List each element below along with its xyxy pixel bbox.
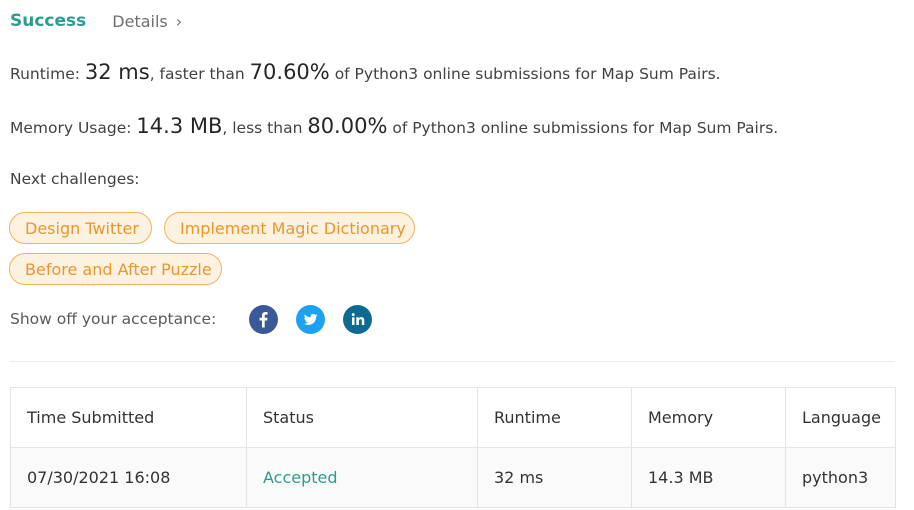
challenge-chip-implement-magic-dictionary[interactable]: Implement Magic Dictionary	[164, 212, 415, 244]
memory-suffix: of Python3 online submissions for Map Su…	[392, 119, 779, 137]
challenge-chip-before-and-after-puzzle[interactable]: Before and After Puzzle	[9, 253, 222, 285]
tab-success[interactable]: Success	[10, 11, 86, 31]
cell-memory: 14.3 MB	[631, 447, 786, 508]
next-challenges-label: Next challenges:	[10, 170, 140, 188]
submissions-table: Time Submitted Status Runtime Memory Lan…	[10, 387, 896, 508]
twitter-glyph	[304, 313, 318, 325]
linkedin-glyph	[352, 312, 365, 325]
runtime-percent: 70.60%	[249, 60, 330, 84]
cell-language: python3	[785, 447, 896, 508]
challenge-chip-design-twitter[interactable]: Design Twitter	[9, 212, 152, 244]
column-header-memory: Memory	[631, 387, 786, 448]
tab-details-label: Details	[112, 11, 168, 31]
result-tabs: Success Details ›	[10, 8, 182, 34]
tab-details[interactable]: Details ›	[112, 12, 182, 31]
facebook-glyph	[259, 311, 268, 327]
runtime-label: Runtime:	[10, 65, 80, 83]
twitter-icon[interactable]	[296, 304, 326, 334]
runtime-value: 32 ms	[84, 60, 150, 84]
column-header-time-submitted: Time Submitted	[10, 387, 247, 448]
memory-stat: Memory Usage: 14.3 MB, less than 80.00% …	[10, 114, 778, 138]
table-row: 07/30/2021 16:08 Accepted 32 ms 14.3 MB …	[10, 447, 896, 508]
memory-value: 14.3 MB	[136, 114, 223, 138]
column-header-language: Language	[785, 387, 896, 448]
memory-percent: 80.00%	[307, 114, 388, 138]
status-accepted-link[interactable]: Accepted	[263, 468, 338, 487]
share-label: Show off your acceptance:	[10, 310, 217, 328]
column-header-runtime: Runtime	[477, 387, 632, 448]
table-header-row: Time Submitted Status Runtime Memory Lan…	[10, 387, 896, 448]
section-divider	[10, 361, 895, 362]
cell-status: Accepted	[246, 447, 478, 508]
facebook-icon[interactable]	[249, 304, 279, 334]
share-row: Show off your acceptance:	[10, 304, 373, 334]
memory-label: Memory Usage:	[10, 119, 132, 137]
chevron-right-icon: ›	[175, 11, 183, 31]
runtime-suffix: of Python3 online submissions for Map Su…	[334, 65, 721, 83]
cell-runtime: 32 ms	[477, 447, 632, 508]
runtime-comparison: , faster than	[149, 65, 245, 83]
column-header-status: Status	[246, 387, 478, 448]
memory-comparison: , less than	[222, 119, 303, 137]
runtime-stat: Runtime: 32 ms, faster than 70.60% of Py…	[10, 60, 721, 84]
linkedin-icon[interactable]	[343, 304, 373, 334]
cell-time-submitted: 07/30/2021 16:08	[10, 447, 247, 508]
